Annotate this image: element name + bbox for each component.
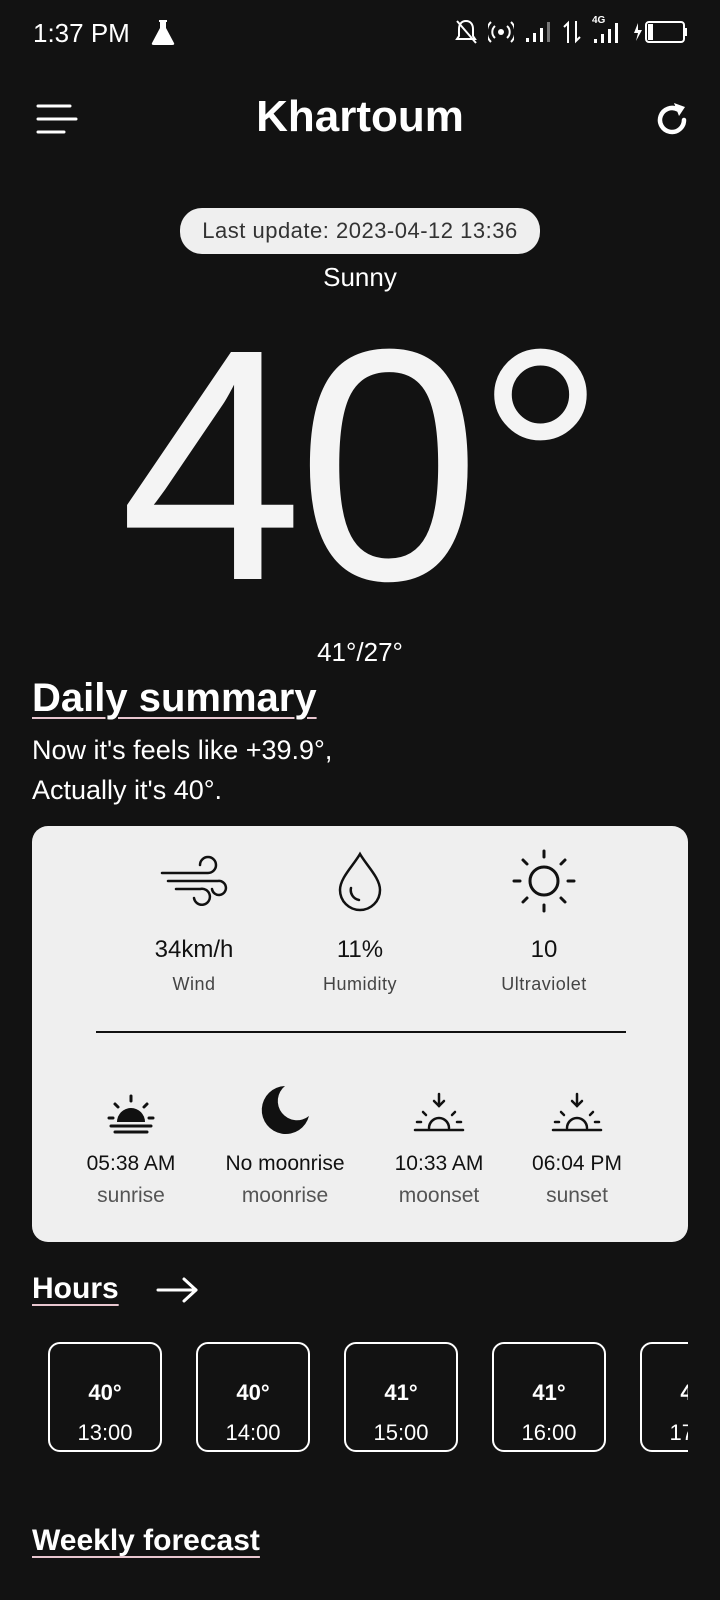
humidity-value: 11%	[336, 936, 384, 963]
hour-time: 17:00	[669, 1420, 688, 1445]
flask-icon	[151, 20, 175, 45]
hour-card[interactable]: 41° 15:00	[344, 1342, 458, 1452]
moonrise-value: No moonrise	[225, 1152, 345, 1175]
hours-title[interactable]: Hours	[32, 1272, 119, 1306]
sunset-value: 06:04 PM	[532, 1152, 622, 1175]
hourly-forecast-list[interactable]: 40° 13:00 40° 14:00 41° 15:00 41° 16:00 …	[48, 1342, 688, 1454]
daily-summary-text: Now it's feels like +39.9°, Actually it'…	[32, 730, 332, 810]
refresh-icon[interactable]	[652, 100, 692, 140]
last-update-container: Last update: 2023-04-12 13:36	[0, 208, 720, 254]
weekly-forecast-title: Weekly forecast	[32, 1524, 260, 1557]
sunrise-icon	[107, 1094, 155, 1134]
hour-temp: 40°	[88, 1380, 122, 1405]
moonset-icon	[413, 1092, 465, 1132]
hour-card[interactable]: 41° 16:00	[492, 1342, 606, 1452]
hour-temp: 41°	[680, 1380, 688, 1405]
status-icons: 4G	[454, 15, 688, 46]
sun-icon	[512, 849, 576, 913]
city-title: Khartoum	[256, 92, 464, 141]
hour-card[interactable]: 40° 13:00	[48, 1342, 162, 1452]
summary-feels-like: Now it's feels like +39.9°,	[32, 735, 333, 765]
min-max-temperature: 41°/27°	[317, 637, 403, 667]
sunrise-value: 05:38 AM	[86, 1152, 176, 1175]
uv-value: 10	[530, 936, 558, 963]
battery-charging-icon	[634, 21, 687, 43]
astro-moonset: 10:33 AM moonset	[364, 1082, 514, 1208]
status-bar: 1:37 PM 4G	[0, 0, 720, 66]
hour-card[interactable]: 41° 17:00	[640, 1342, 688, 1452]
moonset-label: moonset	[398, 1184, 480, 1207]
arrow-right-icon[interactable]	[156, 1276, 200, 1304]
hour-temp: 41°	[532, 1380, 566, 1405]
metric-uv: 10 Ultraviolet	[444, 846, 644, 995]
wind-icon	[160, 855, 228, 907]
hour-card[interactable]: 40° 14:00	[196, 1342, 310, 1452]
data-transfer-icon	[563, 20, 581, 44]
notifications-off-icon	[455, 19, 477, 44]
hour-time: 16:00	[521, 1420, 577, 1445]
last-update-badge: Last update: 2023-04-12 13:36	[180, 208, 540, 254]
hour-temp: 41°	[384, 1380, 418, 1405]
network-4g-icon: 4G	[592, 15, 622, 45]
uv-label: Ultraviolet	[501, 974, 587, 994]
daily-summary-title: Daily summary	[32, 676, 317, 720]
weather-details-card: 34km/h Wind 11% Humidity 10 Ultraviolet …	[32, 826, 688, 1242]
summary-actual: Actually it's 40°.	[32, 775, 223, 805]
signal-icon	[526, 22, 550, 42]
astro-moonrise: No moonrise moonrise	[210, 1082, 360, 1208]
sunrise-label: sunrise	[97, 1184, 165, 1207]
hour-time: 15:00	[373, 1420, 429, 1445]
hour-time: 13:00	[77, 1420, 133, 1445]
moonrise-label: moonrise	[241, 1184, 329, 1207]
sunset-icon	[551, 1092, 603, 1132]
humidity-drop-icon	[338, 851, 382, 912]
astro-sunset: 06:04 PM sunset	[502, 1082, 652, 1208]
astro-sunrise: 05:38 AM sunrise	[56, 1082, 206, 1208]
hour-temp: 40°	[236, 1380, 270, 1405]
card-divider	[96, 1031, 626, 1033]
current-temperature: 40°	[119, 280, 606, 649]
hotspot-icon	[488, 21, 514, 43]
humidity-label: Humidity	[322, 974, 397, 994]
status-time: 1:37 PM	[33, 18, 130, 48]
metric-humidity: 11% Humidity	[260, 846, 460, 995]
moonset-value: 10:33 AM	[394, 1152, 484, 1175]
moon-icon	[261, 1086, 309, 1134]
hour-time: 14:00	[225, 1420, 281, 1445]
sunset-label: sunset	[546, 1184, 608, 1207]
